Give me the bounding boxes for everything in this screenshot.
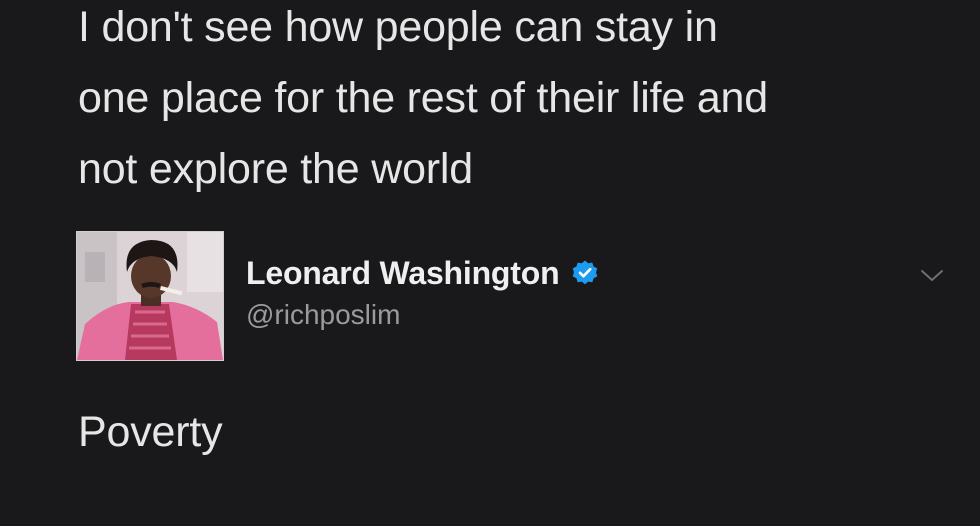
- quoted-tweet-text: I don't see how people can stay in one p…: [78, 0, 968, 205]
- quoted-tweet-line: not explore the world: [78, 145, 473, 193]
- chevron-down-icon[interactable]: [920, 269, 944, 283]
- display-name[interactable]: Leonard Washington: [246, 255, 560, 292]
- quoted-tweet-line: one place for the rest of their life and: [78, 74, 768, 122]
- avatar[interactable]: [76, 231, 224, 361]
- display-name-row[interactable]: Leonard Washington: [246, 253, 599, 293]
- avatar-photo: [77, 232, 223, 360]
- verified-badge-icon: [573, 260, 598, 285]
- tweet-text: Poverty: [78, 408, 223, 456]
- tweet-author-header: Leonard Washington @richposlim: [76, 231, 966, 361]
- user-handle[interactable]: @richposlim: [246, 299, 400, 331]
- quoted-tweet-line: I don't see how people can stay in: [78, 3, 718, 51]
